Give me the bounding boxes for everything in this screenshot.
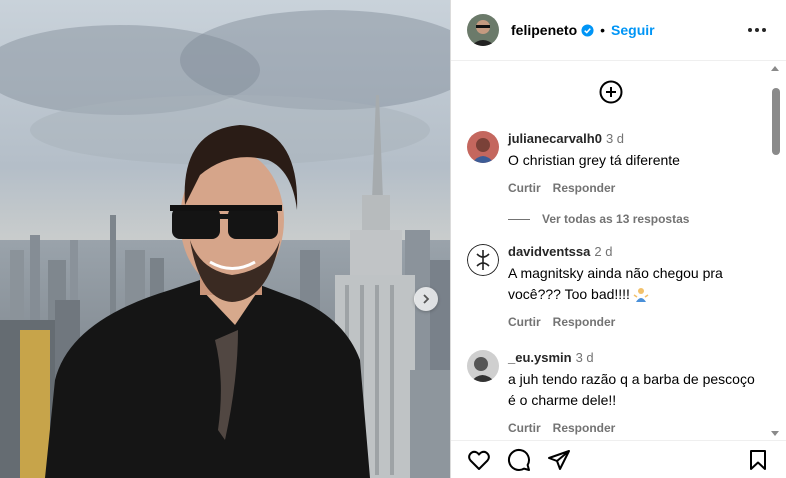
more-options-icon[interactable] <box>744 24 770 36</box>
like-comment-button[interactable]: Curtir <box>508 181 541 195</box>
separator-dot: • <box>600 22 606 38</box>
comment-text: A magnitsky ainda não chegou pra você???… <box>508 263 763 305</box>
comment-username[interactable]: julianecarvalh0 <box>508 131 602 146</box>
reply-comment-button[interactable]: Responder <box>553 181 616 195</box>
verified-icon <box>581 23 594 37</box>
person-shrugging-emoji <box>633 288 649 302</box>
commenter-avatar[interactable] <box>467 131 499 163</box>
like-comment-button[interactable]: Curtir <box>508 315 541 329</box>
comment-item: davidventssa 2 d A magnitsky ainda não ch… <box>467 244 767 329</box>
comment-time[interactable]: 2 d <box>594 244 612 259</box>
scroll-up-icon[interactable] <box>771 66 779 71</box>
follow-button[interactable]: Seguir <box>611 22 655 38</box>
bookmark-icon[interactable] <box>746 448 770 472</box>
comment-text: a juh tendo razão q a barba de pescoço é… <box>508 371 755 408</box>
comment-item: _eu.ysmin 3 d a juh tendo razão q a barba… <box>467 350 767 435</box>
commenter-avatar[interactable] <box>467 244 499 276</box>
view-replies-label: Ver todas as 13 respostas <box>542 212 690 226</box>
comment-username[interactable]: _eu.ysmin <box>508 350 572 365</box>
reply-comment-button[interactable]: Responder <box>553 315 616 329</box>
heart-icon[interactable] <box>467 448 491 472</box>
comment-time[interactable]: 3 d <box>576 350 594 365</box>
post-header: felipeneto • Seguir <box>451 0 786 61</box>
view-replies-link[interactable]: Ver todas as 13 respostas <box>508 212 689 226</box>
add-circle-icon[interactable] <box>599 80 623 104</box>
scroll-down-icon[interactable] <box>771 431 779 436</box>
author-avatar[interactable] <box>467 14 499 46</box>
next-arrow-icon <box>423 294 430 304</box>
like-comment-button[interactable]: Curtir <box>508 421 541 435</box>
post-photo[interactable] <box>0 0 450 478</box>
post-side-panel: felipeneto • Seguir julianecarvalh0 3 d … <box>450 0 786 478</box>
comment-text: O christian grey tá diferente <box>508 152 680 168</box>
commenter-avatar[interactable] <box>467 350 499 382</box>
reply-comment-button[interactable]: Responder <box>553 421 616 435</box>
scroll-thumb[interactable] <box>772 88 780 155</box>
comment-time[interactable]: 3 d <box>606 131 624 146</box>
author-username[interactable]: felipeneto <box>511 22 577 38</box>
comments-scrollbar[interactable] <box>771 61 783 440</box>
replies-divider <box>508 218 530 220</box>
comment-text-content: A magnitsky ainda não chegou pra você???… <box>508 265 723 302</box>
next-photo-button[interactable] <box>414 287 438 311</box>
comments-list: julianecarvalh0 3 d O christian grey tá d… <box>451 61 786 440</box>
comment-username[interactable]: davidventssa <box>508 244 590 259</box>
share-icon[interactable] <box>547 448 571 472</box>
comment-icon[interactable] <box>507 448 531 472</box>
post-viewer: felipeneto • Seguir julianecarvalh0 3 d … <box>0 0 786 478</box>
comment-item: julianecarvalh0 3 d O christian grey tá d… <box>467 131 767 195</box>
post-actions-bar <box>451 440 786 478</box>
photo-image <box>0 0 450 478</box>
